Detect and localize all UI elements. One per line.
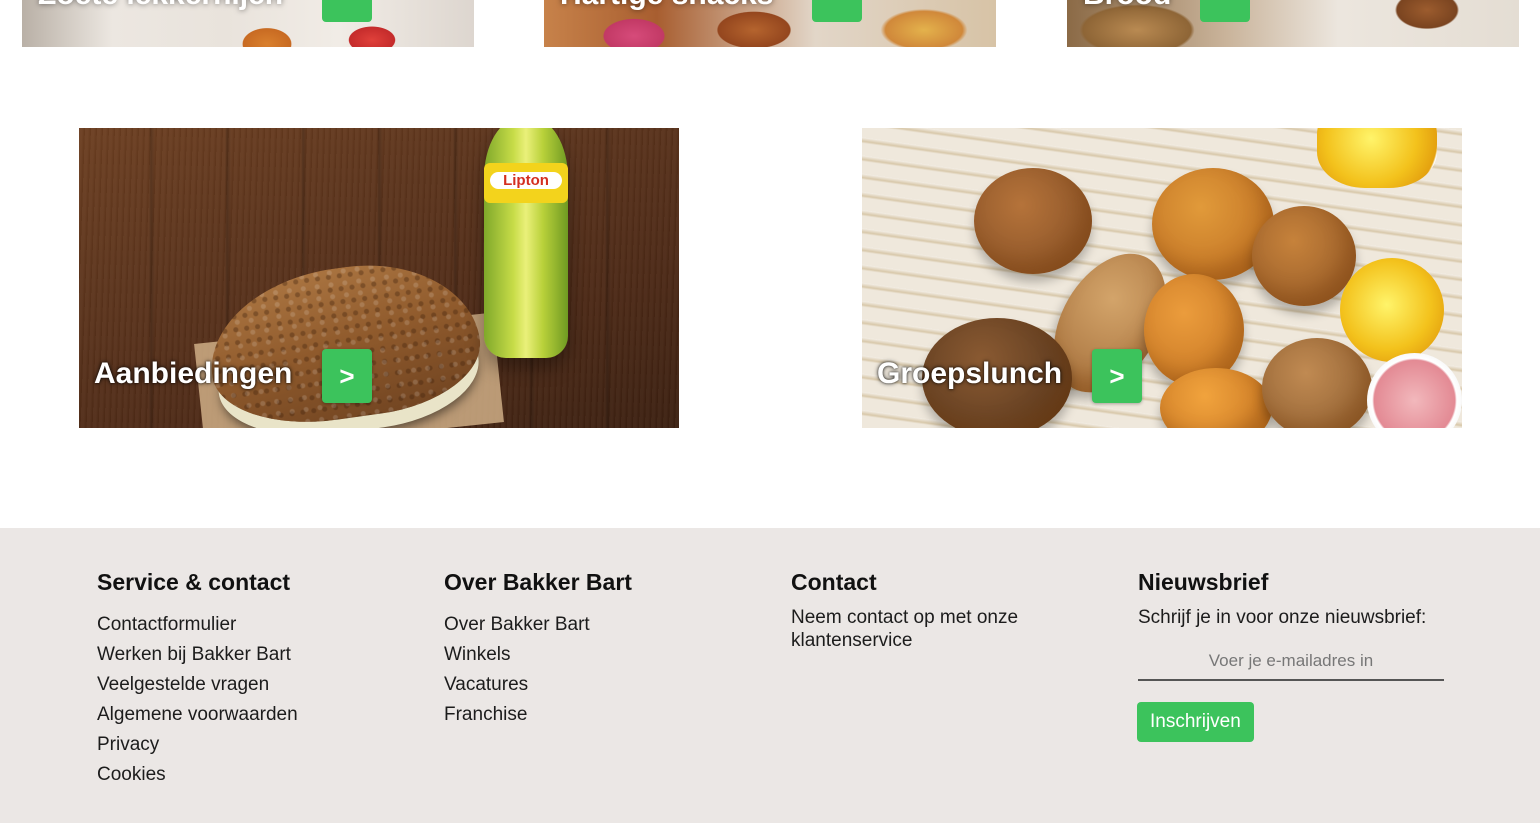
footer-link-over-bakker-bart[interactable]: Over Bakker Bart [444,610,774,640]
orange-juice-image [1317,128,1437,188]
footer-column-over: Over Bakker Bart Over Bakker Bart Winkel… [444,568,774,730]
footer-link-list: Contactformulier Werken bij Bakker Bart … [97,610,427,790]
orange-juice-image [1340,258,1444,362]
category-tile-label: Zoete lekkernijen [38,0,283,12]
footer-column-service: Service & contact Contactformulier Werke… [97,568,427,790]
smoothie-image [1367,353,1462,428]
page: Zoete lekkernijen Hartige snacks Brood L… [0,0,1540,823]
footer-link-faq[interactable]: Veelgestelde vragen [97,670,427,700]
footer-link-werken-bij[interactable]: Werken bij Bakker Bart [97,640,427,670]
site-footer: Service & contact Contactformulier Werke… [0,528,1540,823]
category-tile-hartige-snacks[interactable]: Hartige snacks [544,0,996,47]
bottle-label: Lipton [484,163,568,203]
promo-tile-aanbiedingen[interactable]: Lipton Aanbiedingen > [79,128,679,428]
footer-heading: Nieuwsbrief [1138,569,1269,595]
footer-column-contact: Contact Neem contact op met onze klanten… [791,568,1121,652]
footer-link-franchise[interactable]: Franchise [444,700,774,730]
groepslunch-go-button[interactable]: > [1092,349,1142,403]
footer-link-list: Over Bakker Bart Winkels Vacatures Franc… [444,610,774,730]
bun-image [974,168,1092,274]
contact-text[interactable]: Neem contact op met onze klantenservice [791,606,1051,652]
category-tile-zoete-lekkernijen[interactable]: Zoete lekkernijen [22,0,474,47]
footer-link-contactformulier[interactable]: Contactformulier [97,610,427,640]
footer-heading: Contact [791,569,877,595]
newsletter-email-input[interactable] [1138,643,1444,681]
bottle-brand-text: Lipton [490,172,562,189]
footer-link-winkels[interactable]: Winkels [444,640,774,670]
footer-column-newsletter: Nieuwsbrief Schrijf je in voor onze nieu… [1137,568,1448,742]
aanbiedingen-go-button[interactable]: > [322,349,372,403]
footer-link-privacy[interactable]: Privacy [97,730,427,760]
promo-tile-groepslunch[interactable]: Groepslunch > [862,128,1462,428]
category-go-button[interactable] [322,0,372,22]
promo-tile-label: Aanbiedingen [94,357,293,390]
category-tile-label: Brood [1083,0,1171,12]
footer-heading: Service & contact [97,569,291,595]
newsletter-text: Schrijf je in voor onze nieuwsbrief: [1138,607,1427,628]
bun-image [1252,206,1356,306]
category-go-button[interactable] [812,0,862,22]
category-tile-brood[interactable]: Brood [1067,0,1519,47]
promo-tile-label: Groepslunch [877,357,1063,390]
ice-tea-bottle-image: Lipton [484,128,568,358]
footer-link-vacatures[interactable]: Vacatures [444,670,774,700]
footer-heading: Over Bakker Bart [444,569,632,595]
bun-image [1262,338,1372,428]
category-tile-label: Hartige snacks [560,0,773,12]
footer-link-cookies[interactable]: Cookies [97,760,427,790]
category-go-button[interactable] [1200,0,1250,22]
subscribe-button[interactable]: Inschrijven [1137,702,1254,742]
footer-link-voorwaarden[interactable]: Algemene voorwaarden [97,700,427,730]
